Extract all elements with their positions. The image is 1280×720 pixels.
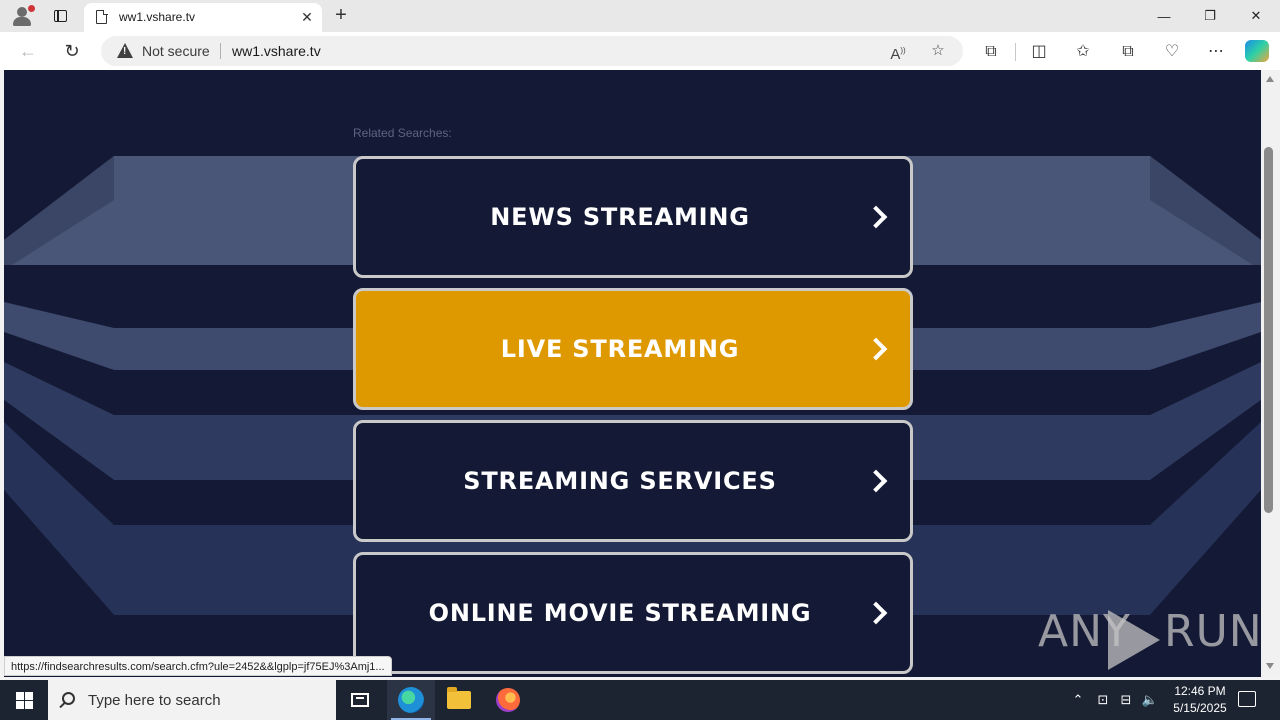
more-icon[interactable]: ⋯ [1204, 41, 1228, 63]
scroll-down-icon[interactable] [1266, 663, 1274, 669]
tab-actions-icon[interactable] [46, 5, 74, 27]
chevron-right-icon [864, 601, 888, 625]
start-button[interactable] [0, 680, 48, 720]
folder-icon [447, 687, 471, 709]
taskbar-search-box[interactable]: Type here to search [48, 680, 336, 720]
restore-button[interactable]: ❐ [1187, 0, 1233, 32]
edge-icon [398, 687, 424, 713]
warning-icon[interactable] [117, 43, 133, 58]
favorites-icon[interactable]: ✩ [1071, 41, 1095, 63]
toolbar-divider [1015, 43, 1016, 61]
notification-icon[interactable] [1238, 691, 1256, 707]
related-searches-label: Related Searches: [353, 126, 452, 140]
taskbar-clock[interactable]: 12:46 PM 5/15/2025 [1160, 683, 1240, 717]
button-label: STREAMING SERVICES [463, 467, 777, 495]
clock-time: 12:46 PM [1174, 684, 1226, 698]
scroll-up-icon[interactable] [1266, 76, 1274, 82]
search-button-live-streaming[interactable]: LIVE STREAMING [353, 288, 913, 410]
search-icon [62, 692, 75, 705]
address-bar[interactable]: Not secure ww1.vshare.tv A)) ☆ [101, 36, 963, 66]
scroll-thumb[interactable] [1264, 147, 1273, 513]
new-tab-button[interactable]: + [330, 4, 352, 26]
network-icon[interactable]: ⊟ [1116, 680, 1136, 720]
button-label: LIVE STREAMING [500, 335, 740, 363]
chevron-right-icon [864, 205, 888, 229]
windows-logo-icon [15, 691, 33, 709]
browser-title-bar: ww1.vshare.tv ✕ + — ❐ ✕ [0, 0, 1280, 32]
windows-taskbar: Type here to search ⌃ ⊡ ⊟ 🔈 12:46 PM 5/1… [0, 680, 1280, 720]
read-aloud-icon[interactable]: A)) [887, 41, 909, 63]
reload-button[interactable]: ↻ [60, 40, 84, 62]
taskbar-edge[interactable] [387, 680, 435, 720]
device-icon[interactable]: ⊡ [1094, 680, 1112, 720]
chevron-right-icon [864, 337, 888, 361]
address-divider [220, 43, 221, 59]
profile-icon[interactable] [8, 3, 36, 29]
page-icon [96, 9, 108, 24]
browser-toolbar: ← ↻ Not secure ww1.vshare.tv A)) ☆ ⧉ ◫ ✩… [0, 32, 1280, 70]
button-label: ONLINE MOVIE STREAMING [428, 599, 812, 627]
security-label[interactable]: Not secure [142, 43, 210, 59]
page-scrollbar[interactable] [1261, 70, 1280, 677]
chevron-right-icon [864, 469, 888, 493]
extensions-icon[interactable]: ⧉ [979, 41, 1003, 63]
tab-title: ww1.vshare.tv [119, 10, 196, 24]
volume-icon[interactable]: 🔈 [1140, 680, 1160, 720]
firefox-icon [496, 688, 520, 712]
task-view-button[interactable] [336, 680, 384, 720]
page-viewport: Related Searches: NEWS STREAMING LIVE ST… [4, 70, 1261, 677]
task-view-icon [351, 693, 369, 707]
url-text[interactable]: ww1.vshare.tv [232, 43, 321, 59]
search-button-news-streaming[interactable]: NEWS STREAMING [353, 156, 913, 278]
close-tab-button[interactable]: ✕ [298, 8, 316, 26]
close-window-button[interactable]: ✕ [1233, 0, 1279, 32]
button-label: NEWS STREAMING [490, 203, 750, 231]
browser-essentials-icon[interactable]: ♡ [1160, 41, 1184, 63]
split-screen-icon[interactable]: ◫ [1027, 41, 1051, 63]
search-button-streaming-services[interactable]: STREAMING SERVICES [353, 420, 913, 542]
clock-date: 5/15/2025 [1173, 701, 1227, 715]
taskbar-firefox[interactable] [484, 680, 532, 720]
search-placeholder: Type here to search [88, 692, 221, 709]
chevron-up-icon[interactable]: ⌃ [1068, 680, 1088, 720]
favorite-icon[interactable]: ☆ [927, 41, 949, 61]
collections-icon[interactable]: ⧉ [1116, 41, 1140, 63]
status-bar-url: https://findsearchresults.com/search.cfm… [4, 656, 392, 676]
browser-tab[interactable]: ww1.vshare.tv ✕ [84, 3, 322, 32]
taskbar-file-explorer[interactable] [435, 680, 483, 720]
watermark-play-icon [1108, 610, 1160, 670]
back-button[interactable]: ← [16, 40, 40, 62]
copilot-icon[interactable] [1245, 40, 1269, 62]
minimize-button[interactable]: — [1141, 0, 1187, 32]
watermark-text-right: RUN [1164, 606, 1261, 657]
search-button-online-movie-streaming[interactable]: ONLINE MOVIE STREAMING [353, 552, 913, 674]
